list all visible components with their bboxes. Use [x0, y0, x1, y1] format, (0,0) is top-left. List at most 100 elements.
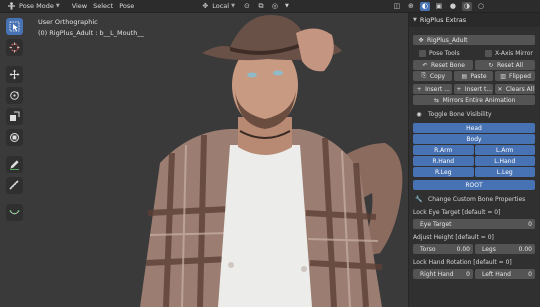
transform-tool[interactable]: [6, 129, 23, 146]
viewport-gizmo-icon[interactable]: ⊕: [406, 2, 416, 11]
rotate-icon: [10, 91, 19, 100]
pose-mode-icon: [8, 2, 15, 10]
copy-label: Copy: [429, 72, 446, 80]
chevron-down-icon: ▼: [231, 3, 235, 9]
hand-rotation-row: Right Hand 0 Left Hand 0: [409, 269, 540, 279]
reset-row: ↶ Reset Bone ↻ Reset All: [409, 60, 540, 70]
head-row: Head: [409, 123, 540, 133]
torso-value: 0.00: [456, 245, 470, 253]
select-box-tool[interactable]: [6, 18, 23, 35]
r-arm-bone-toggle[interactable]: R.Arm: [413, 145, 474, 155]
pose-tools-checkbox[interactable]: [419, 50, 426, 57]
character-model[interactable]: [120, 13, 408, 307]
copy-button[interactable]: ⎘ Copy: [413, 71, 452, 81]
right-hand-label: Right Hand: [420, 270, 454, 278]
transform-orientation-dropdown[interactable]: ✥ Local ▼: [195, 1, 238, 12]
lock-eye-label: Lock Eye Target [default = 0]: [413, 209, 501, 216]
r-leg-bone-toggle[interactable]: R.Leg: [413, 167, 474, 177]
rig-name-row: ✥ RigPlus_Adult: [409, 35, 540, 45]
snap-icon[interactable]: ⧉: [256, 2, 266, 11]
panel-header[interactable]: ▼ RigPlus Extras: [409, 13, 540, 27]
eye-target-label: Eye Target: [420, 220, 452, 228]
x-axis-mirror-checkbox[interactable]: [485, 50, 492, 57]
clear-all-button[interactable]: ✕ Clears All: [495, 84, 535, 94]
rendered-shading-icon[interactable]: ○: [476, 2, 486, 11]
insert-all-keyframes-button[interactable]: + Insert t...: [454, 84, 493, 94]
insert-2-label: Insert t...: [464, 85, 493, 93]
clears-all-label: Clears All: [505, 85, 535, 93]
sidebar-panel: ▼ RigPlus Extras ✥ RigPlus_Adult Pose To…: [408, 13, 540, 307]
collapse-triangle-icon: ▼: [413, 17, 417, 23]
eye-icon[interactable]: ◉: [415, 111, 423, 118]
paste-flipped-icon: ▥: [500, 72, 506, 80]
insert-1-label: Insert ...: [425, 85, 450, 93]
reset-bone-button[interactable]: ↶ Reset Bone: [413, 60, 473, 70]
pivot-point-icon[interactable]: ⊙: [242, 2, 252, 11]
menu-view[interactable]: View: [69, 1, 90, 12]
refresh-icon: ↻: [488, 61, 494, 69]
rig-name-field[interactable]: ✥ RigPlus_Adult: [413, 35, 535, 45]
eye-target-field[interactable]: Eye Target 0: [413, 219, 535, 229]
rig-name-value: RigPlus_Adult: [427, 36, 468, 44]
torso-label: Torso: [420, 245, 436, 253]
view-object-types-icon[interactable]: ◫: [392, 2, 402, 11]
copy-icon: ⎘: [421, 72, 427, 79]
paste-flipped-button[interactable]: ▥ Flipped: [495, 71, 535, 81]
r-hand-bone-toggle[interactable]: R.Hand: [413, 156, 474, 166]
mirror-animation-button[interactable]: ⇆ Mirrors Entire Animation: [413, 95, 535, 105]
torso-field[interactable]: Torso 0.00: [413, 244, 473, 254]
right-hand-value: 0: [466, 270, 470, 278]
measure-tool[interactable]: [6, 177, 23, 194]
head-bone-toggle[interactable]: Head: [413, 123, 535, 133]
material-shading-icon[interactable]: ◑: [461, 1, 472, 11]
body-row: Body: [409, 134, 540, 144]
right-hand-field[interactable]: Right Hand 0: [413, 269, 473, 279]
legs-field[interactable]: Legs 0.00: [475, 244, 535, 254]
menu-pose[interactable]: Pose: [116, 1, 137, 12]
flipped-label: Flipped: [509, 72, 531, 80]
l-leg-bone-toggle[interactable]: L.Leg: [474, 167, 535, 177]
xray-icon[interactable]: ▣: [434, 2, 444, 11]
mode-selector[interactable]: Pose Mode ▼: [4, 1, 63, 12]
eye-target-row: Eye Target 0: [409, 219, 540, 229]
menu-select[interactable]: Select: [90, 1, 116, 12]
root-bone-toggle[interactable]: ROOT: [413, 180, 535, 190]
plus-icon: +: [416, 85, 422, 93]
mode-label: Pose Mode: [19, 2, 54, 10]
paste-label: Paste: [470, 72, 487, 80]
x-axis-mirror-label: X-Axis Mirror: [495, 50, 533, 57]
rotate-tool[interactable]: [6, 87, 23, 104]
annotate-tool[interactable]: [6, 156, 23, 173]
body-bone-toggle[interactable]: Body: [413, 134, 535, 144]
viewport-header: Pose Mode ▼ View Select Pose ✥ Local ▼ ⊙…: [0, 0, 540, 13]
solid-shading-icon[interactable]: ●: [448, 2, 458, 11]
l-arm-bone-toggle[interactable]: L.Arm: [474, 145, 535, 155]
undo-arrow-icon: ↶: [422, 61, 428, 69]
cursor-tool[interactable]: [6, 39, 23, 56]
legs-label: Legs: [482, 245, 496, 253]
overlays-icon[interactable]: ◐: [419, 1, 430, 11]
scale-icon: [10, 111, 20, 121]
chevron-down-icon[interactable]: ▼: [284, 2, 290, 11]
pose-tools-label: Pose Tools: [429, 50, 460, 57]
scale-tool[interactable]: [6, 108, 23, 125]
paste-button[interactable]: ▤ Paste: [454, 71, 493, 81]
proportional-edit-icon[interactable]: ◎: [270, 2, 280, 11]
mirrors-anim-label: Mirrors Entire Animation: [442, 96, 516, 104]
3d-viewport[interactable]: User Orthographic (0) RigPlus_Adult : b_…: [0, 13, 408, 307]
toggle-visibility-label: Toggle Bone Visibility: [428, 111, 492, 118]
l-hand-bone-toggle[interactable]: L.Hand: [474, 156, 535, 166]
armature-icon: ✥: [418, 36, 424, 44]
left-hand-label: Left Hand: [482, 270, 511, 278]
bone-envelope-tool[interactable]: [6, 204, 23, 221]
left-hand-field[interactable]: Left Hand 0: [475, 269, 535, 279]
move-tool[interactable]: [6, 66, 23, 83]
transform-icon: [10, 133, 19, 142]
toggle-visibility-row: ◉ Toggle Bone Visibility: [409, 111, 540, 118]
lock-hand-heading-row: Lock Hand Rotation [default = 0]: [409, 259, 540, 266]
adjust-height-label: Adjust Height [default = 0]: [413, 234, 494, 241]
leg-row: R.Leg L.Leg: [409, 167, 540, 177]
reset-all-label: Reset All: [496, 61, 524, 69]
insert-keyframe-button[interactable]: + Insert ...: [413, 84, 452, 94]
reset-all-button[interactable]: ↻ Reset All: [475, 60, 535, 70]
